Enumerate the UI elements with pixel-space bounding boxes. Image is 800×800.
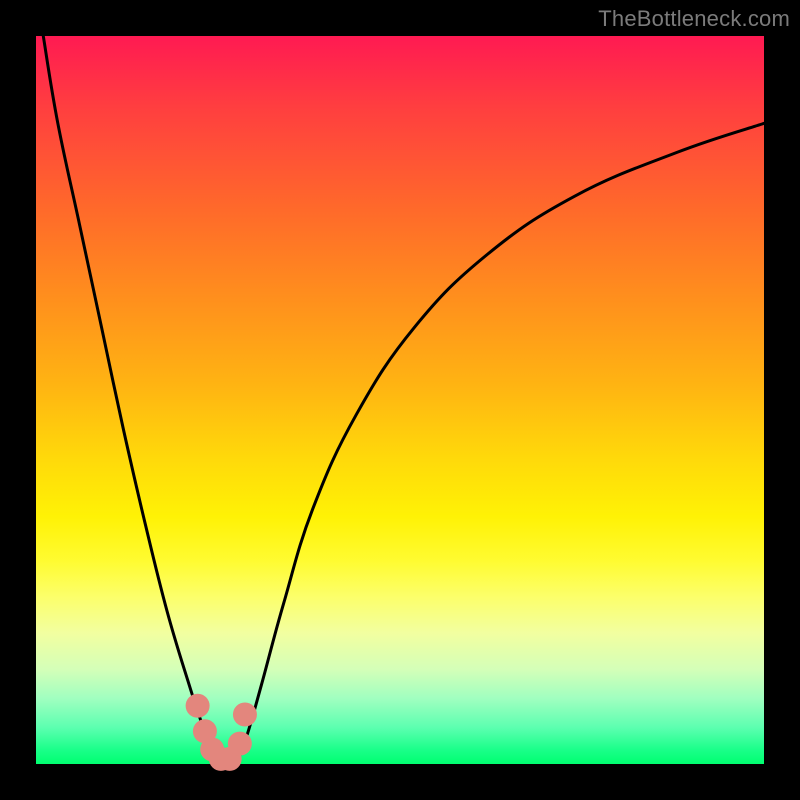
dot-7 bbox=[233, 702, 257, 726]
chart-frame: TheBottleneck.com bbox=[0, 0, 800, 800]
chart-svg bbox=[36, 36, 764, 764]
dot-6 bbox=[228, 732, 252, 756]
plot-area bbox=[36, 36, 764, 764]
watermark-text: TheBottleneck.com bbox=[598, 6, 790, 32]
left-curve-path bbox=[43, 36, 221, 764]
right-curve-path bbox=[236, 123, 764, 764]
dot-1 bbox=[186, 694, 210, 718]
marker-dots bbox=[186, 694, 257, 771]
left-curve bbox=[43, 36, 221, 764]
right-curve bbox=[236, 123, 764, 764]
